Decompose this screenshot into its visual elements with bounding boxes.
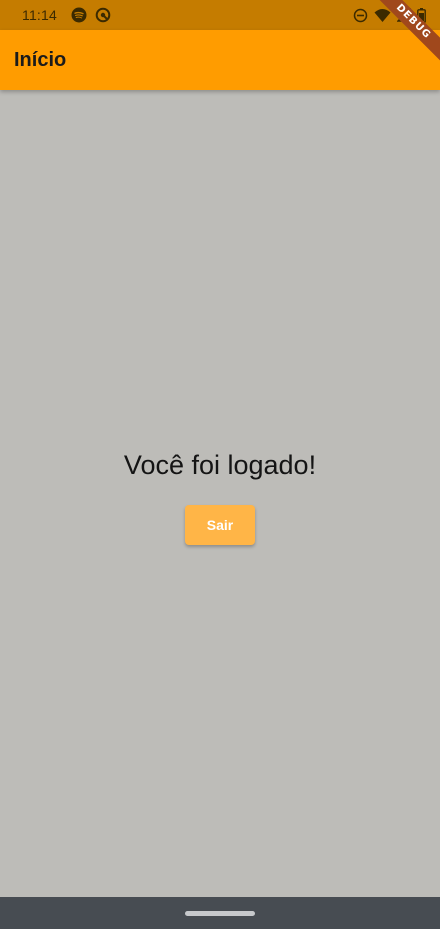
signal-icon	[397, 8, 411, 22]
navigation-bar	[0, 897, 440, 929]
do-not-disturb-icon	[353, 8, 368, 23]
main-content: Você foi logado! Sair	[0, 90, 440, 897]
status-bar: 11:14	[0, 0, 440, 30]
home-indicator[interactable]	[185, 910, 255, 916]
app-bar: Início	[0, 30, 440, 90]
page-title: Início	[14, 48, 67, 71]
spotify-icon	[71, 7, 87, 23]
status-right-icons	[353, 7, 426, 23]
logged-in-message: Você foi logado!	[123, 450, 317, 480]
screen: 11:14 Início DEBUG Você foi logado! Sair	[0, 0, 440, 929]
status-left-icons	[71, 7, 111, 23]
data-saver-icon	[95, 7, 111, 23]
status-time: 11:14	[22, 7, 57, 23]
wifi-icon	[374, 8, 391, 23]
logout-button[interactable]: Sair	[185, 505, 255, 545]
battery-icon	[417, 7, 426, 23]
